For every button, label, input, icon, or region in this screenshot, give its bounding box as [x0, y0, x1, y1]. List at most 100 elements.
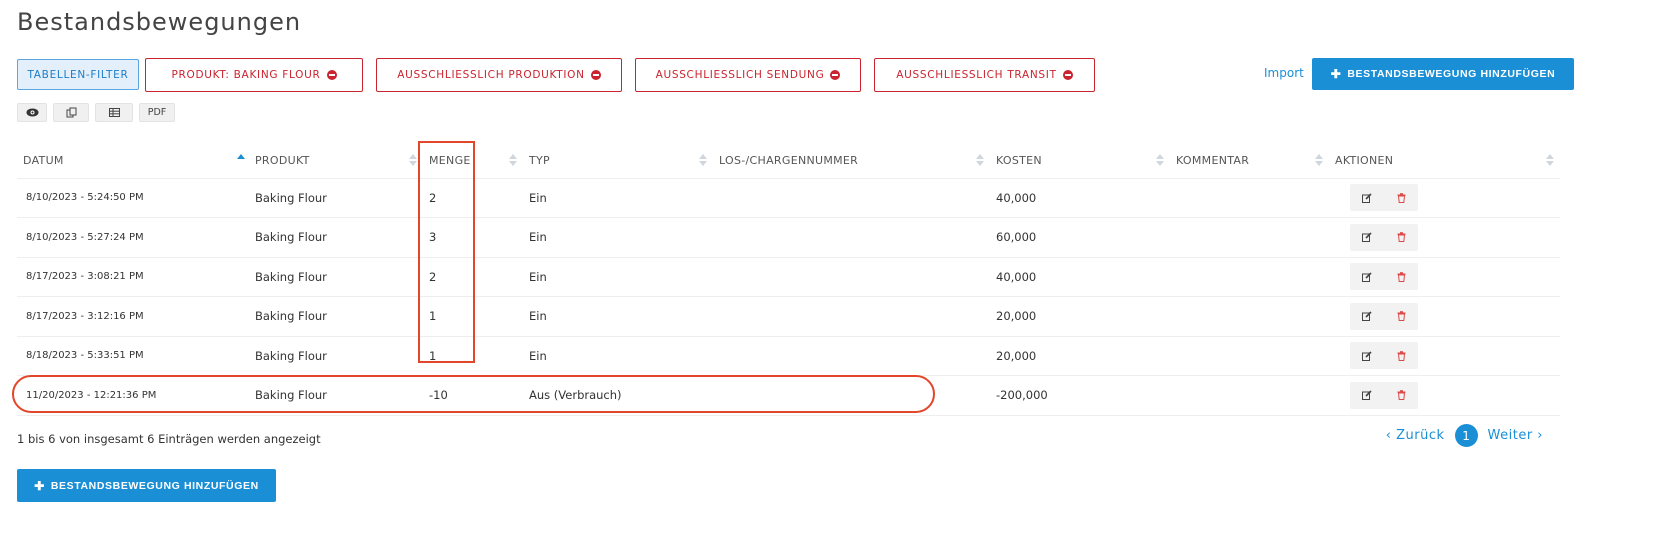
cell-kosten: 20,000 — [990, 296, 1170, 337]
delete-button[interactable] — [1394, 270, 1408, 284]
next-page-link[interactable]: Weiter › — [1488, 428, 1543, 443]
cell-kosten: -200,000 — [990, 375, 1170, 416]
table-info: 1 bis 6 von insgesamt 6 Einträgen werden… — [17, 432, 321, 446]
filter-chip-shipment[interactable]: AUSSCHLIESSLICH SENDUNG — [635, 58, 861, 92]
cell-menge: 3 — [423, 217, 523, 258]
column-header-los[interactable]: LOS-/CHARGENNUMMER — [713, 143, 990, 179]
page-title: Bestandsbewegungen — [17, 8, 302, 36]
cell-kosten: 20,000 — [990, 336, 1170, 376]
table-header-row: DATUM PRODUKT MENGE TYP LOS-/CHARGENNUMM… — [17, 143, 1560, 179]
cell-produkt: Baking Flour — [249, 375, 423, 416]
edit-button[interactable] — [1360, 270, 1374, 284]
cell-produkt: Baking Flour — [249, 296, 423, 337]
cell-produkt: Baking Flour — [249, 178, 423, 218]
row-actions — [1350, 263, 1418, 291]
filter-chip-product[interactable]: PRODUKT: BAKING FLOUR — [145, 58, 363, 92]
column-header-kosten[interactable]: KOSTEN — [990, 143, 1170, 179]
cell-los — [713, 178, 990, 218]
delete-button[interactable] — [1394, 309, 1408, 323]
cell-los — [713, 336, 990, 376]
sort-icon — [1546, 154, 1554, 166]
cell-produkt: Baking Flour — [249, 336, 423, 376]
edit-icon — [1362, 272, 1372, 282]
cell-los — [713, 217, 990, 258]
export-toolbar: PDF — [17, 103, 175, 122]
cell-typ: Aus (Verbrauch) — [523, 375, 713, 416]
remove-filter-icon[interactable] — [326, 70, 337, 80]
cell-menge: 2 — [423, 178, 523, 218]
edit-button[interactable] — [1360, 388, 1374, 402]
add-stock-movement-button-bottom[interactable]: ✚ BESTANDSBEWEGUNG HINZUFÜGEN — [17, 469, 276, 502]
import-link[interactable]: Import — [1264, 66, 1304, 80]
filter-chip-label: AUSSCHLIESSLICH TRANSIT — [896, 69, 1057, 81]
cell-kommentar — [1170, 217, 1329, 258]
add-stock-movement-button[interactable]: ✚ BESTANDSBEWEGUNG HINZUFÜGEN — [1312, 58, 1574, 90]
cell-kommentar — [1170, 375, 1329, 416]
pdf-export-button[interactable]: PDF — [139, 103, 175, 122]
page-1-button[interactable]: 1 — [1454, 424, 1478, 447]
filter-chip-label: PRODUKT: BAKING FLOUR — [171, 69, 321, 81]
cell-datum: 8/18/2023 - 5:33:51 PM — [17, 336, 249, 376]
delete-button[interactable] — [1394, 191, 1408, 205]
eye-icon — [26, 108, 38, 117]
cell-menge: 1 — [423, 336, 523, 376]
cell-typ: Ein — [523, 178, 713, 218]
edit-icon — [1362, 232, 1372, 243]
cell-typ: Ein — [523, 296, 713, 337]
row-actions — [1350, 302, 1418, 330]
sort-icon — [976, 154, 984, 166]
column-header-aktionen[interactable]: AKTIONEN — [1329, 143, 1560, 179]
sort-icon — [409, 154, 417, 166]
cell-datum: 8/10/2023 - 5:27:24 PM — [17, 217, 249, 258]
copy-button[interactable] — [53, 103, 89, 122]
previous-page-link[interactable]: ‹ Zurück — [1386, 428, 1445, 443]
copy-icon — [66, 107, 76, 118]
column-header-menge[interactable]: MENGE — [423, 143, 523, 179]
edit-button[interactable] — [1360, 230, 1374, 244]
cell-aktionen — [1329, 257, 1560, 297]
cell-aktionen — [1329, 178, 1560, 218]
cell-menge: -10 — [423, 375, 523, 416]
row-actions — [1350, 223, 1418, 251]
add-button-label: BESTANDSBEWEGUNG HINZUFÜGEN — [1347, 68, 1556, 80]
cell-kommentar — [1170, 296, 1329, 337]
column-header-datum[interactable]: DATUM — [17, 143, 249, 179]
cell-aktionen — [1329, 336, 1560, 376]
filter-chip-transit[interactable]: AUSSCHLIESSLICH TRANSIT — [874, 58, 1095, 92]
filter-chip-production[interactable]: AUSSCHLIESSLICH PRODUKTION — [376, 58, 622, 92]
cell-menge: 2 — [423, 257, 523, 297]
csv-export-button[interactable] — [95, 103, 133, 122]
remove-filter-icon[interactable] — [590, 70, 601, 80]
column-header-kommentar[interactable]: KOMMENTAR — [1170, 143, 1329, 179]
row-actions — [1350, 184, 1418, 212]
filter-bar: TABELLEN-FILTER PRODUKT: BAKING FLOUR AU… — [17, 58, 1653, 93]
cell-kosten: 60,000 — [990, 217, 1170, 258]
sort-icon — [1156, 154, 1164, 166]
column-header-typ[interactable]: TYP — [523, 143, 713, 179]
delete-icon — [1397, 390, 1405, 401]
cell-typ: Ein — [523, 217, 713, 258]
plus-icon: ✚ — [1330, 67, 1342, 81]
remove-filter-icon[interactable] — [1062, 70, 1073, 80]
remove-filter-icon[interactable] — [830, 70, 841, 80]
cell-menge: 1 — [423, 296, 523, 337]
edit-button[interactable] — [1360, 191, 1374, 205]
column-visibility-button[interactable] — [17, 103, 47, 122]
cell-kosten: 40,000 — [990, 257, 1170, 297]
cell-aktionen — [1329, 375, 1560, 416]
sort-icon — [237, 154, 245, 166]
delete-icon — [1397, 271, 1405, 282]
edit-button[interactable] — [1360, 349, 1374, 363]
sort-icon — [699, 154, 707, 166]
delete-icon — [1397, 232, 1405, 243]
sort-icon — [509, 154, 517, 166]
column-header-produkt[interactable]: PRODUKT — [249, 143, 423, 179]
edit-icon — [1362, 351, 1372, 361]
delete-button[interactable] — [1394, 388, 1408, 402]
table-filter-button[interactable]: TABELLEN-FILTER — [17, 59, 139, 90]
delete-button[interactable] — [1394, 349, 1408, 363]
cell-los — [713, 257, 990, 297]
edit-button[interactable] — [1360, 309, 1374, 323]
delete-button[interactable] — [1394, 230, 1408, 244]
csv-icon — [108, 108, 120, 117]
